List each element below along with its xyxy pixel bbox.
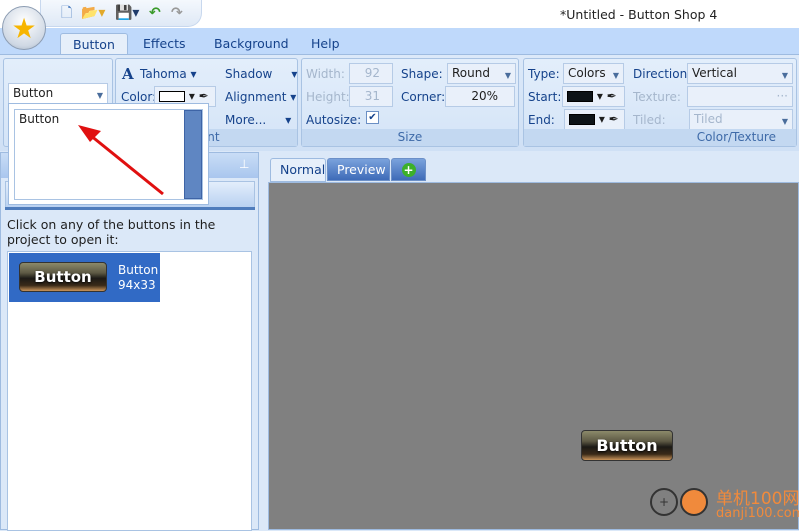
height-label: Height: — [306, 90, 350, 104]
font-color-label: Color: — [121, 90, 157, 104]
size-group: Width: 92 Height: 31 Autosize: ✔ Shape: … — [301, 58, 519, 147]
chevron-down-icon: ▼ — [504, 71, 511, 80]
type-dropdown[interactable]: Colors ▼ — [563, 63, 624, 84]
width-spinner[interactable]: 92 — [349, 63, 393, 84]
chevron-down-icon: ▼ — [96, 91, 103, 100]
end-color-swatch — [569, 114, 595, 125]
start-label: Start: — [528, 90, 562, 104]
width-label: Width: — [306, 67, 345, 81]
corner-value: 20% — [471, 89, 498, 103]
corner-label: Corner: — [401, 90, 446, 104]
more-label: More... — [225, 113, 267, 127]
start-color-picker[interactable]: ▾ ✒ — [562, 86, 625, 107]
height-spinner[interactable]: 31 — [349, 86, 393, 107]
eyedropper-icon[interactable]: ✒ — [607, 89, 617, 103]
save-icon[interactable]: 💾▾ — [115, 4, 139, 22]
autosize-label: Autosize: — [306, 113, 362, 127]
end-label: End: — [528, 113, 555, 127]
popup-list: Button — [14, 109, 203, 200]
alignment-menu[interactable]: Alignment ▾ — [225, 90, 296, 104]
popup-option-button[interactable]: Button — [15, 110, 202, 128]
shadow-label: Shadow — [225, 67, 273, 81]
corner-spinner[interactable]: 20% — [445, 86, 515, 107]
type-value: Colors — [568, 66, 606, 80]
ribbon-tabs: Button Effects Background Help — [0, 28, 799, 55]
new-icon[interactable]: 🗋 — [61, 4, 72, 22]
item-size: 94x33 — [118, 278, 156, 292]
start-color-swatch — [567, 91, 593, 102]
chevron-down-icon: ▼ — [612, 71, 619, 80]
chevron-down-icon: ▼ — [781, 117, 788, 126]
color-texture-group: Type: Colors ▼ Start: ▾ ✒ End: ▾ ✒ Direct… — [523, 58, 797, 147]
direction-label: Direction: — [633, 67, 692, 81]
watermark-url: danji100.com — [716, 506, 799, 521]
autosize-checkbox[interactable]: ✔ — [366, 111, 379, 124]
font-icon: A — [122, 65, 134, 83]
app-menu-star-button[interactable]: ★ — [2, 6, 46, 50]
window-title: *Untitled - Button Shop 4 — [560, 7, 718, 22]
redo-icon[interactable]: ↷ — [171, 4, 183, 22]
font-color-swatch — [159, 91, 185, 102]
tiled-dropdown[interactable]: Tiled ▼ — [689, 109, 793, 130]
tab-background[interactable]: Background — [202, 33, 301, 55]
shadow-menu[interactable]: Shadow ▾ — [225, 67, 297, 81]
alignment-label: Alignment — [225, 90, 287, 104]
font-name-dropdown[interactable]: Tahoma ▾ — [140, 67, 197, 81]
undo-icon[interactable]: ↶ — [149, 4, 161, 22]
texture-field[interactable]: ··· — [687, 86, 793, 107]
tab-help[interactable]: Help — [299, 33, 352, 55]
popup-scrollbar[interactable] — [184, 110, 202, 199]
item-info: Button 94x33 — [118, 263, 158, 293]
tab-button[interactable]: Button — [60, 33, 128, 55]
project-button-list: Button Button 94x33 — [7, 251, 252, 531]
star-icon: ★ — [11, 11, 37, 45]
list-item[interactable]: Button Button 94x33 — [9, 253, 160, 302]
canvas-button-preview[interactable]: Button — [581, 430, 673, 461]
tab-add[interactable]: + — [391, 158, 426, 181]
direction-dropdown[interactable]: Vertical ▼ — [687, 63, 793, 84]
watermark-logo-circle — [680, 488, 708, 516]
panel-divider — [5, 207, 255, 210]
tab-normal[interactable]: Normal — [270, 158, 326, 182]
size-group-label: Size — [302, 129, 518, 146]
height-value: 31 — [364, 89, 380, 103]
chevron-down-icon: ▼ — [781, 71, 788, 80]
shape-label: Shape: — [401, 67, 443, 81]
texture-browse-button[interactable]: ··· — [777, 89, 788, 103]
shape-dropdown[interactable]: Round ▼ — [447, 63, 516, 84]
end-color-picker[interactable]: ▾ ✒ — [564, 109, 625, 130]
direction-value: Vertical — [692, 66, 737, 80]
button-select-dropdown[interactable]: Button ▼ — [8, 83, 108, 104]
button-thumbnail: Button — [19, 262, 107, 292]
more-menu[interactable]: More... ▾ — [225, 113, 291, 127]
item-name: Button — [118, 263, 159, 277]
tiled-value: Tiled — [694, 112, 723, 126]
button-select-popup: Button — [8, 103, 209, 205]
button-select-value: Button — [13, 86, 54, 100]
tiled-label: Tiled: — [633, 113, 666, 127]
project-panel: ⊥ Click on any of the buttons in the pro… — [0, 152, 259, 531]
tab-effects[interactable]: Effects — [131, 33, 198, 55]
panel-instructions: Click on any of the buttons in the proje… — [7, 217, 216, 247]
open-icon[interactable]: 📂▾ — [81, 4, 105, 22]
quick-access-toolbar: 🗋 📂▾ 💾▾ ↶ ↷ — [40, 0, 202, 27]
pin-icon[interactable]: ⊥ — [239, 157, 249, 171]
eyedropper-icon[interactable]: ✒ — [199, 89, 209, 103]
plus-icon: + — [401, 163, 416, 177]
tab-preview[interactable]: Preview — [327, 158, 390, 181]
design-canvas[interactable]: Button — [268, 182, 799, 530]
texture-label: Texture: — [633, 90, 681, 104]
watermark-logo-icon: + — [650, 488, 678, 516]
font-name: Tahoma — [140, 67, 187, 81]
color-texture-group-label: Color/Texture — [524, 129, 796, 146]
shape-value: Round — [452, 66, 490, 80]
eyedropper-icon[interactable]: ✒ — [609, 112, 619, 126]
type-label: Type: — [528, 67, 560, 81]
width-value: 92 — [364, 66, 380, 80]
